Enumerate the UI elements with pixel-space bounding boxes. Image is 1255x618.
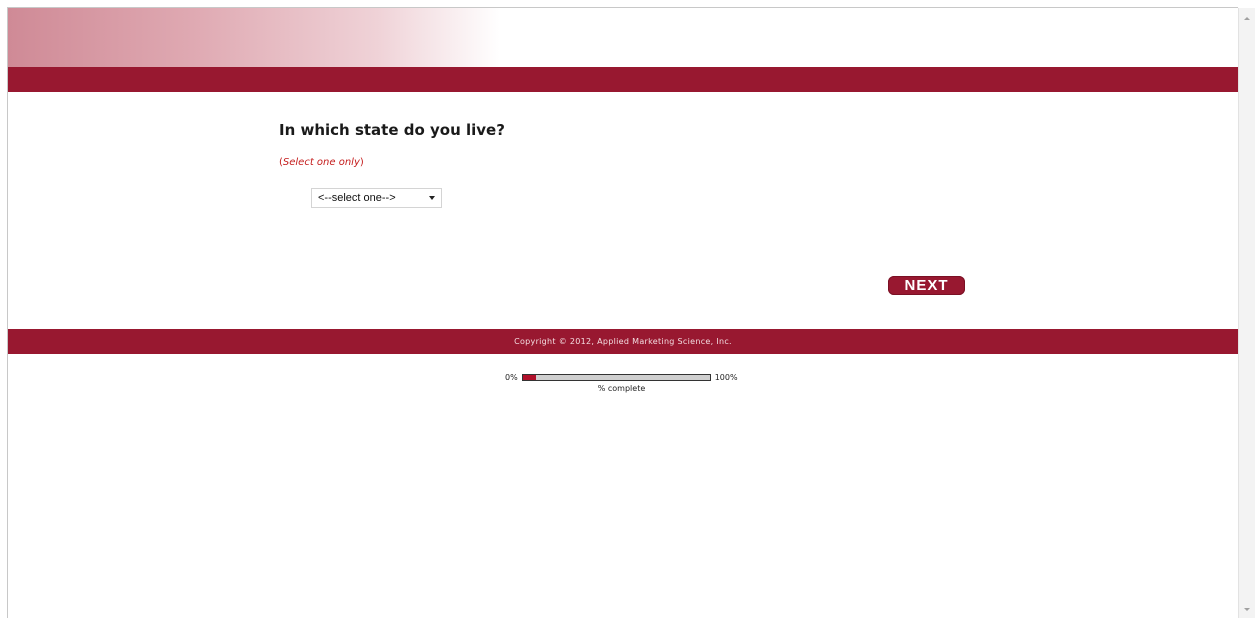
footer-bar: Copyright © 2012, Applied Marketing Scie… (8, 329, 1238, 354)
survey-page: In which state do you live? (Select one … (0, 0, 1255, 618)
scroll-up-arrow-icon[interactable] (1244, 17, 1250, 20)
state-select-dropdown[interactable]: <--select one--> (311, 188, 442, 208)
scroll-down-arrow-icon[interactable] (1244, 608, 1250, 611)
select-instruction: (Select one only) (279, 157, 364, 168)
header-banner (8, 8, 1238, 67)
header-bar (8, 67, 1238, 92)
progress-indicator: 0% 100% (505, 371, 738, 383)
progress-max-label: 100% (714, 372, 738, 382)
instruction-text: Select one only (282, 157, 360, 168)
vertical-scrollbar[interactable] (1238, 8, 1255, 618)
copyright-text: Copyright © 2012, Applied Marketing Scie… (514, 337, 732, 346)
chevron-down-icon (429, 196, 435, 200)
progress-caption: % complete (597, 384, 646, 393)
progress-bar (521, 373, 711, 381)
window-border-left (7, 8, 8, 618)
progress-bar-fill (522, 374, 536, 380)
instruction-close-paren: ) (359, 157, 364, 168)
progress-min-label: 0% (505, 372, 518, 382)
question-text: In which state do you live? (279, 121, 505, 139)
next-button[interactable]: NEXT (888, 276, 965, 295)
state-select-value: <--select one--> (318, 192, 396, 204)
